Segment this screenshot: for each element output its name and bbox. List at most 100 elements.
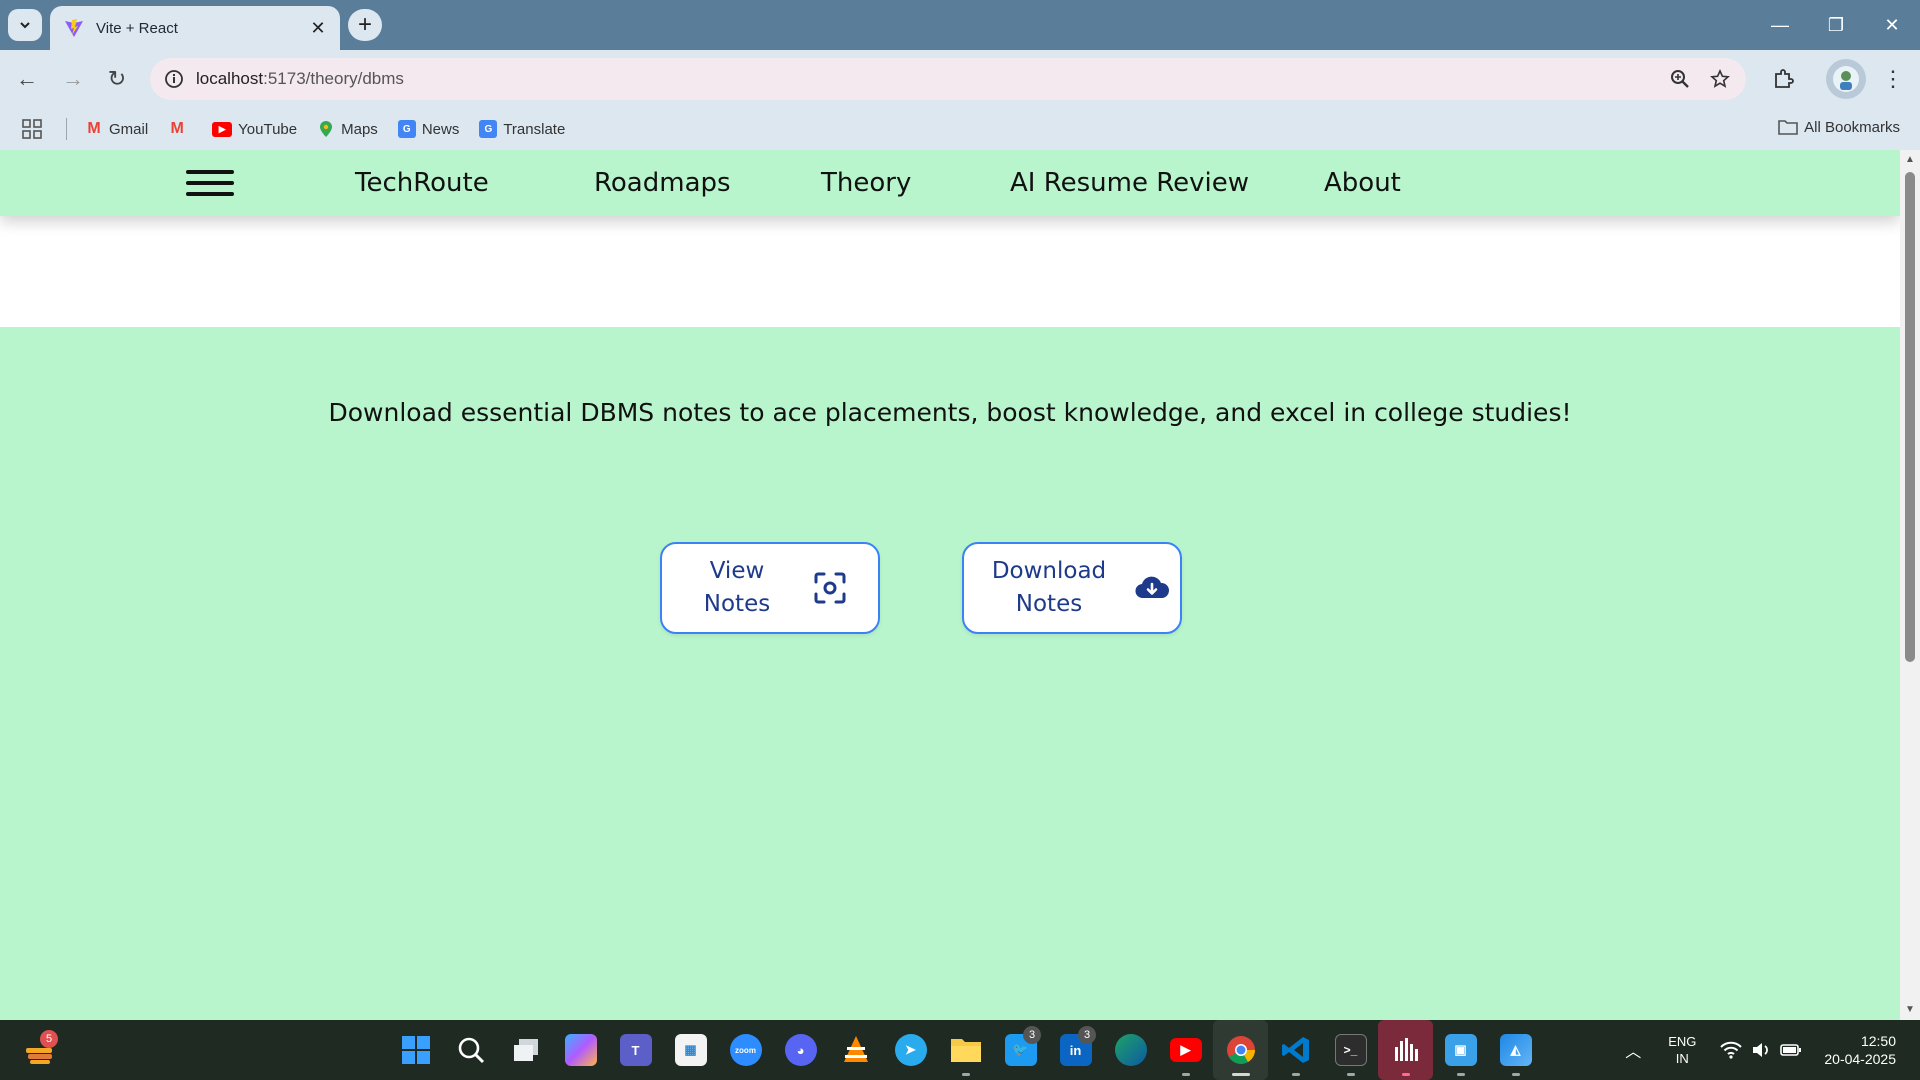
tab-search-button[interactable]	[8, 9, 42, 41]
browser-toolbar: ← → ↻ localhost:5173/theory/dbms ⋮	[0, 50, 1920, 108]
taskbar-terminal[interactable]: >_	[1323, 1020, 1378, 1080]
reload-icon[interactable]: ↻	[102, 64, 132, 94]
restore-icon[interactable]: ❐	[1808, 0, 1864, 50]
bookmark-maps[interactable]: Maps	[317, 120, 378, 138]
store-icon: ▦	[674, 1034, 707, 1066]
clock[interactable]: 12:50 20-04-2025	[1824, 1032, 1896, 1068]
taskbar-file-explorer[interactable]	[938, 1020, 993, 1080]
back-icon[interactable]: ←	[12, 64, 42, 94]
volume-icon[interactable]	[1748, 1037, 1774, 1063]
show-hidden-icons-icon[interactable]: ︿	[1618, 1038, 1648, 1062]
nav-item-theory[interactable]: Theory	[821, 168, 911, 198]
taskbar-zoom[interactable]: zoom	[718, 1020, 773, 1080]
bookmark-star-icon[interactable]	[1704, 64, 1736, 94]
download-notes-label-line2: Notes	[1015, 591, 1083, 617]
wifi-icon[interactable]	[1718, 1037, 1744, 1063]
page-scrollbar[interactable]: ▲ ▼	[1900, 150, 1920, 1020]
taskbar-store[interactable]: ▦	[663, 1020, 718, 1080]
scan-icon	[812, 570, 848, 606]
close-tab-icon[interactable]: ✕	[304, 14, 332, 42]
taskbar-twitter[interactable]: 🐦 3	[993, 1020, 1048, 1080]
nav-item-roadmaps[interactable]: Roadmaps	[594, 168, 731, 198]
taskbar-task-view[interactable]	[498, 1020, 553, 1080]
url-text: localhost:5173/theory/dbms	[196, 69, 404, 89]
scroll-up-icon[interactable]: ▲	[1904, 154, 1916, 166]
close-window-icon[interactable]: ✕	[1864, 0, 1920, 50]
language-line2: IN	[1675, 1051, 1689, 1066]
bookmark-gmail[interactable]: M Gmail	[85, 120, 148, 138]
taskbar-discord[interactable]: ◕	[773, 1020, 828, 1080]
taskbar-vscode[interactable]	[1268, 1020, 1323, 1080]
nav-brand[interactable]: TechRoute	[355, 168, 489, 198]
browser-tab[interactable]: Vite + React ✕	[50, 6, 340, 50]
bookmark-label: YouTube	[238, 120, 298, 138]
taskbar-vlc[interactable]	[828, 1020, 883, 1080]
scroll-down-icon[interactable]: ▼	[1904, 1004, 1916, 1016]
taskbar-edge[interactable]	[1103, 1020, 1158, 1080]
monitor-app-icon: ▣	[1444, 1034, 1477, 1066]
search-icon	[458, 1037, 484, 1064]
taskbar-audio-app[interactable]	[1378, 1020, 1433, 1080]
site-info-icon[interactable]	[160, 65, 188, 93]
window-controls: — ❐ ✕	[1752, 0, 1920, 50]
browser-tab-strip: Vite + React ✕ + — ❐ ✕	[0, 0, 1920, 50]
taskbar-copilot[interactable]	[553, 1020, 608, 1080]
vscode-icon	[1281, 1037, 1309, 1063]
nav-item-about[interactable]: About	[1324, 168, 1401, 198]
chevron-down-icon	[20, 22, 30, 29]
taskbar-telegram[interactable]: ➤	[883, 1020, 938, 1080]
minimize-icon[interactable]: —	[1752, 0, 1808, 50]
hamburger-menu-icon[interactable]	[186, 170, 234, 198]
bookmark-youtube[interactable]: ▶ YouTube	[212, 121, 297, 138]
bookmark-gmail-2[interactable]: M	[168, 120, 192, 138]
battery-icon[interactable]	[1778, 1037, 1804, 1063]
nav-item-ai-resume-review[interactable]: AI Resume Review	[1010, 168, 1249, 198]
url-host: localhost	[196, 69, 264, 88]
view-notes-label-line1: View	[709, 558, 765, 584]
new-tab-button[interactable]: +	[348, 9, 382, 41]
taskbar-chrome[interactable]	[1213, 1020, 1268, 1080]
taskbar-youtube[interactable]: ▶	[1158, 1020, 1213, 1080]
audio-app-icon	[1394, 1038, 1418, 1061]
clock-time: 12:50	[1860, 1033, 1896, 1049]
apps-grid-icon[interactable]	[20, 117, 44, 141]
view-notes-label: View Notes	[662, 555, 812, 621]
windows-start-icon	[401, 1036, 430, 1064]
bookmark-translate[interactable]: G Translate	[479, 120, 565, 138]
taskbar-search-button[interactable]	[443, 1020, 498, 1080]
photos-icon: ◭	[1499, 1034, 1532, 1066]
download-notes-button[interactable]: Download Notes	[962, 542, 1182, 634]
all-bookmarks[interactable]: All Bookmarks	[1778, 118, 1900, 136]
more-menu-icon[interactable]: ⋮	[1878, 64, 1908, 94]
youtube-app-icon: ▶	[1169, 1038, 1202, 1062]
download-notes-label: Download Notes	[964, 555, 1134, 621]
bookmarks-bar: M Gmail M ▶ YouTube Maps G News G Transl…	[0, 108, 1920, 150]
language-indicator[interactable]: ENG IN	[1668, 1033, 1696, 1067]
bookmark-label: Translate	[503, 120, 566, 138]
running-indicator	[1291, 1073, 1300, 1076]
profile-avatar[interactable]	[1826, 59, 1866, 99]
taskbar-apps: T ▦ zoom ◕ ➤ 🐦 3 in 3 ▶ >_ ▣ ◭	[388, 1020, 1543, 1080]
view-notes-button[interactable]: View Notes	[660, 542, 880, 634]
bookmark-news[interactable]: G News	[397, 120, 459, 138]
zoom-icon[interactable]	[1664, 64, 1696, 94]
edge-icon	[1114, 1034, 1147, 1066]
page-viewport: TechRoute Roadmaps Theory AI Resume Revi…	[0, 150, 1900, 1020]
address-bar[interactable]: localhost:5173/theory/dbms	[150, 58, 1746, 100]
taskbar-monitor-app[interactable]: ▣	[1433, 1020, 1488, 1080]
telegram-icon: ➤	[894, 1034, 927, 1066]
weather-widget[interactable]: 5	[22, 1030, 58, 1070]
running-indicator	[961, 1073, 970, 1076]
taskbar-linkedin[interactable]: in 3	[1048, 1020, 1103, 1080]
taskbar-teams[interactable]: T	[608, 1020, 663, 1080]
taskbar-start-button[interactable]	[388, 1020, 443, 1080]
extensions-icon[interactable]	[1766, 63, 1800, 95]
white-band	[0, 216, 1900, 327]
windows-taskbar: 5 T ▦ zoom ◕ ➤ 🐦 3 in 3 ▶ >_ ▣ ◭ ︿ ENG I…	[0, 1020, 1920, 1080]
taskbar-photos[interactable]: ◭	[1488, 1020, 1543, 1080]
forward-icon[interactable]: →	[58, 64, 88, 94]
scroll-thumb[interactable]	[1905, 172, 1915, 662]
running-indicator	[1181, 1073, 1190, 1076]
linkedin-badge: 3	[1078, 1026, 1096, 1044]
page-headline: Download essential DBMS notes to ace pla…	[328, 398, 1572, 427]
